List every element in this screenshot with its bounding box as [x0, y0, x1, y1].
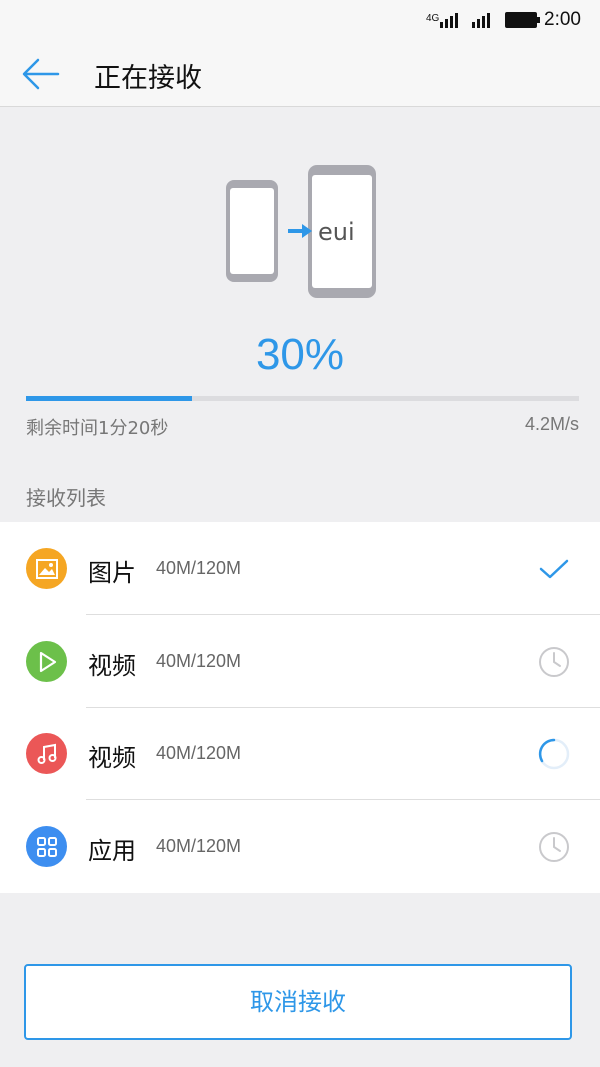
play-icon: [26, 641, 67, 682]
cancel-receive-button[interactable]: 取消接收: [24, 964, 572, 1040]
progress-percent: 30%: [255, 330, 345, 379]
time-remaining: 剩余时间1分20秒: [26, 418, 169, 439]
music-icon: [26, 733, 67, 774]
transfer-illustration: eui: [220, 160, 390, 305]
item-name: 视频: [88, 652, 136, 680]
item-size: 40M/120M: [156, 651, 242, 671]
list-item-images[interactable]: 图片 40M/120M: [0, 522, 600, 615]
progress-bar: [26, 396, 579, 401]
item-size: 40M/120M: [156, 836, 242, 856]
clock: 2:00: [544, 9, 581, 30]
loading-spinner-icon: [538, 738, 570, 770]
list-item-apps[interactable]: 应用 40M/120M: [0, 800, 600, 893]
app-header: 正在接收: [0, 40, 600, 107]
list-item-video[interactable]: 视频 40M/120M: [0, 615, 600, 708]
list-title: 接收列表: [26, 486, 106, 510]
progress-bar-fill: [26, 396, 192, 401]
item-size: 40M/120M: [156, 743, 242, 763]
signal-icon-2: [472, 12, 490, 28]
item-name: 图片: [88, 559, 136, 587]
item-name: 视频: [88, 744, 136, 772]
phone-transfer-icon: eui: [226, 165, 376, 298]
apps-grid-icon: [26, 826, 67, 867]
clock-icon: [539, 832, 569, 862]
item-size: 40M/120M: [156, 558, 242, 578]
status-bar: 4G 2:00: [0, 0, 600, 40]
clock-icon: [539, 647, 569, 677]
signal-icon: [440, 12, 458, 28]
item-name: 应用: [88, 837, 136, 865]
back-arrow-icon: [22, 58, 60, 90]
image-icon: [26, 548, 67, 589]
list-item-music[interactable]: 视频 40M/120M: [0, 707, 600, 800]
page-title: 正在接收: [94, 63, 202, 94]
check-icon: [539, 559, 569, 579]
transfer-speed: 4.2M/s: [524, 414, 579, 434]
eui-logo-text: eui: [318, 218, 355, 246]
network-type: 4G: [426, 13, 440, 24]
back-button[interactable]: [18, 52, 64, 96]
receive-list: 图片 40M/120M 视频 40M/120M 视频 40M/120M 应用 4…: [0, 522, 600, 893]
battery-icon: [505, 12, 540, 28]
